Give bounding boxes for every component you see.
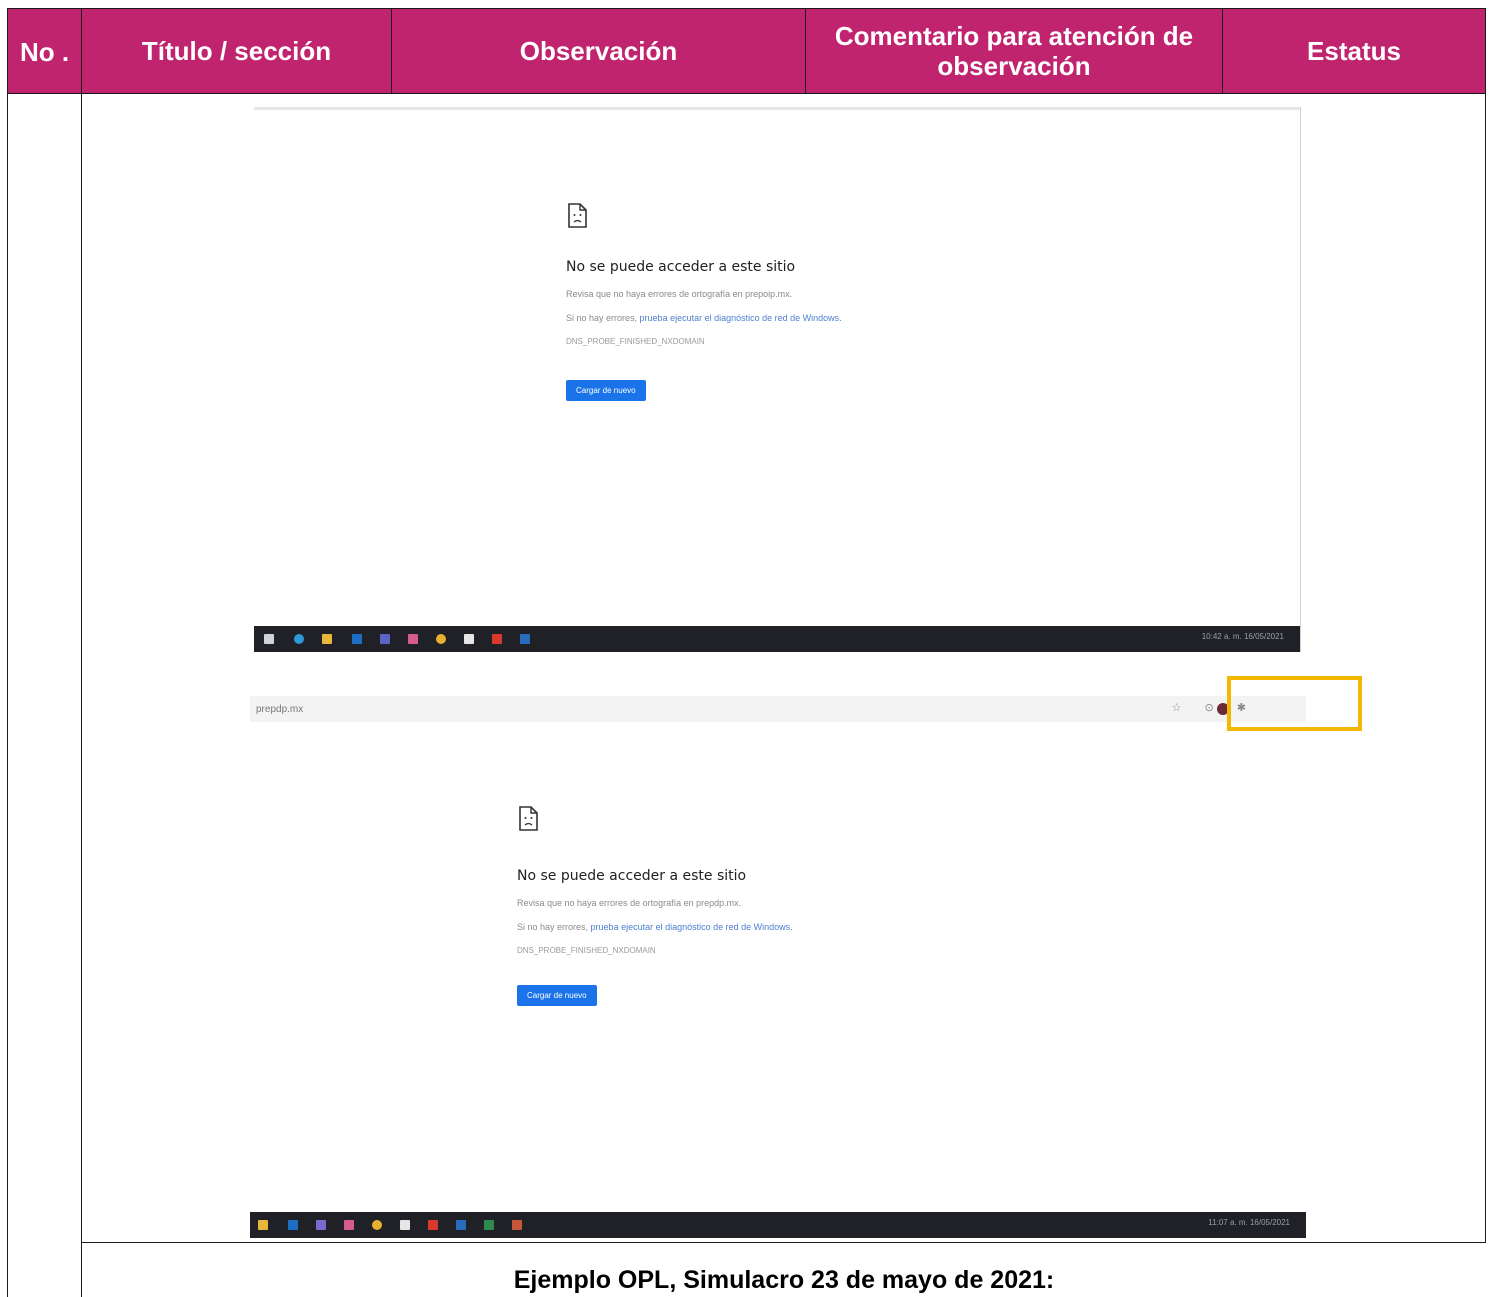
error-diagnostic-prefix: Si no hay errores, (566, 313, 640, 323)
error-diagnostic-line: Si no hay errores, prueba ejecutar el di… (566, 313, 842, 323)
teams-icon[interactable] (316, 1220, 326, 1230)
error-page-content-2: No se puede acceder a este sitio Revisa … (517, 806, 793, 1006)
app-icon[interactable] (344, 1220, 354, 1230)
table-border-caption-top (81, 1242, 1486, 1243)
windows-taskbar: 11:07 a. m. 16/05/2021 (250, 1212, 1306, 1238)
sad-document-icon (517, 806, 539, 832)
notepad-icon[interactable] (464, 634, 474, 644)
column-header-comment: Comentario para atención de observación (806, 9, 1223, 93)
acrobat-icon[interactable] (492, 634, 502, 644)
error-title: No se puede acceder a este sitio (517, 868, 747, 884)
screenshot-browser-error-2: prepdp.mx ☆ ⊙ ✱ No se puede acceder a es… (250, 696, 1306, 1238)
notepad-icon[interactable] (400, 1220, 410, 1230)
system-clock: 11:07 a. m. 16/05/2021 (1208, 1218, 1290, 1227)
acrobat-icon[interactable] (428, 1220, 438, 1230)
column-header-observation: Observación (392, 9, 806, 93)
table-border-left (7, 94, 8, 1297)
error-hint-line: Revisa que no haya errores de ortografía… (566, 289, 793, 299)
chrome-icon[interactable] (372, 1220, 382, 1230)
outlook-icon[interactable] (352, 634, 362, 644)
error-code: DNS_PROBE_FINISHED_NXDOMAIN (517, 946, 656, 955)
browser-address-bar[interactable]: prepdp.mx ☆ ⊙ ✱ (250, 696, 1306, 722)
caption: Ejemplo OPL, Simulacro 23 de mayo de 202… (513, 1266, 1055, 1294)
file-explorer-icon[interactable] (322, 634, 332, 644)
error-diagnostic-line: Si no hay errores, prueba ejecutar el di… (517, 922, 793, 932)
error-page-content: No se puede acceder a este sitio Revisa … (566, 203, 842, 401)
outlook-icon[interactable] (288, 1220, 298, 1230)
error-hint-line: Revisa que no haya errores de ortografía… (517, 898, 742, 908)
teams-icon[interactable] (380, 634, 390, 644)
file-explorer-icon[interactable] (258, 1220, 268, 1230)
edge-icon[interactable] (294, 634, 304, 644)
column-header-status: Estatus (1307, 36, 1401, 66)
reload-button[interactable]: Cargar de nuevo (517, 985, 597, 1006)
error-title: No se puede acceder a este sitio (566, 259, 796, 275)
address-url[interactable]: prepdp.mx (256, 704, 303, 715)
column-header-no: No . (8, 9, 82, 93)
system-clock: 10:42 a. m. 16/05/2021 (1201, 632, 1284, 641)
column-header-title: Título / sección (82, 9, 392, 93)
error-diagnostic-prefix: Si no hay errores, (517, 922, 591, 932)
word-icon[interactable] (520, 634, 530, 644)
powerpoint-icon[interactable] (512, 1220, 522, 1230)
windows-taskbar: 10:42 a. m. 16/05/2021 (254, 626, 1300, 652)
error-code: DNS_PROBE_FINISHED_NXDOMAIN (566, 337, 705, 346)
chrome-icon[interactable] (436, 634, 446, 644)
browser-top-edge (254, 107, 1300, 110)
sad-document-icon (566, 203, 588, 229)
reload-button[interactable]: Cargar de nuevo (566, 380, 646, 401)
start-icon[interactable] (264, 634, 274, 644)
app-icon[interactable] (408, 634, 418, 644)
word-icon[interactable] (456, 1220, 466, 1230)
screenshot-browser-error-1: No se puede acceder a este sitio Revisa … (254, 107, 1301, 652)
diagnostic-link[interactable]: prueba ejecutar el diagnóstico de red de… (640, 313, 842, 323)
table-border-number-column (81, 94, 82, 1297)
excel-icon[interactable] (484, 1220, 494, 1230)
diagnostic-link[interactable]: prueba ejecutar el diagnóstico de red de… (591, 922, 793, 932)
table-header-row: No . Título / sección Observación Coment… (7, 8, 1486, 94)
highlight-box (1227, 676, 1362, 731)
table-border-right (1485, 94, 1486, 1242)
